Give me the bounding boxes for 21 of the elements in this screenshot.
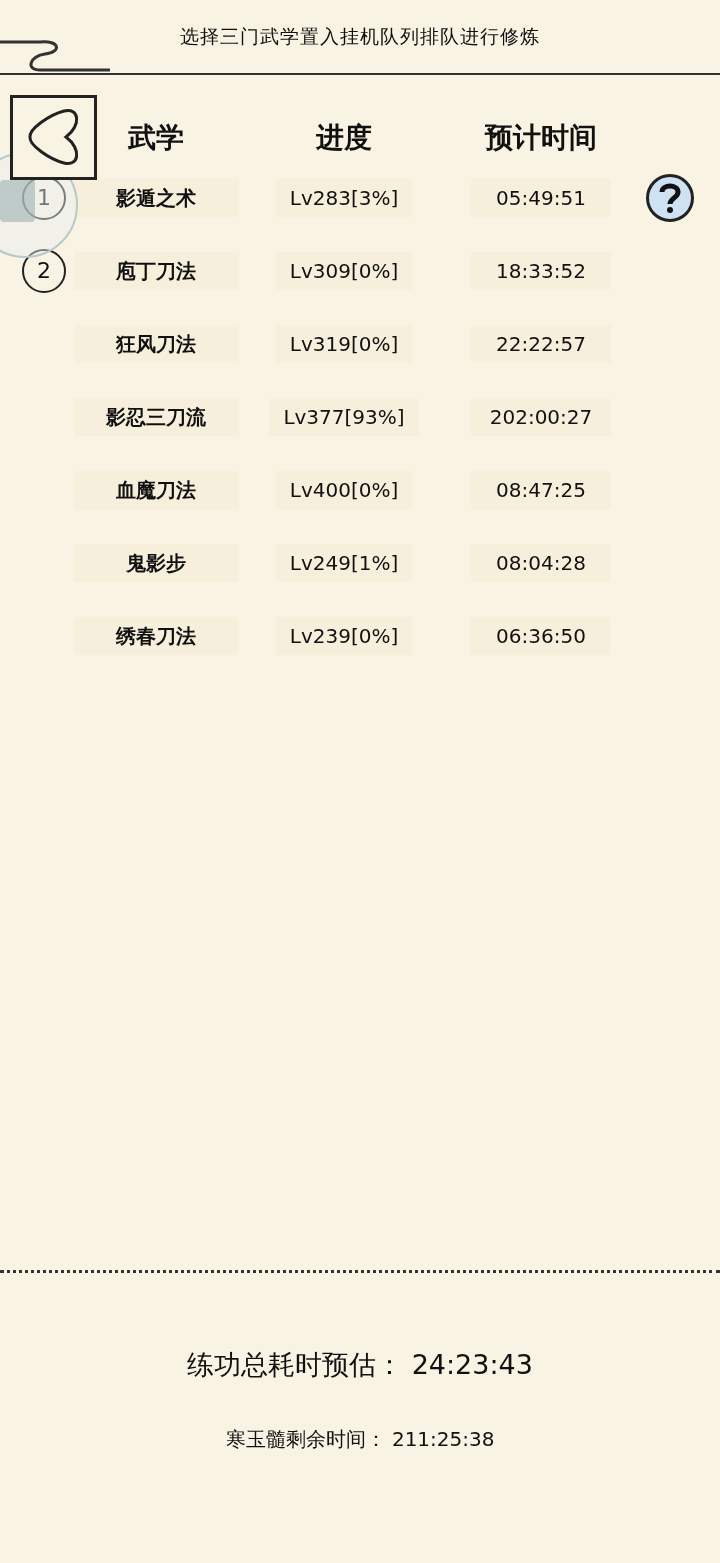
estimated-time: 06:36:50 [471,616,611,655]
estimated-time: 22:22:57 [471,324,611,363]
remaining-time: 寒玉髓剩余时间： 211:25:38 [225,1425,495,1453]
skill-name: 血魔刀法 [73,470,239,509]
skill-name: 狂风刀法 [73,324,239,363]
queue-number-badge: 2 [22,248,66,293]
skill-name: 庖丁刀法 [73,251,239,290]
column-header: 进度 [314,119,373,156]
skill-name: 绣春刀法 [73,616,239,655]
estimated-time: 18:33:52 [471,251,611,290]
estimated-time: 08:47:25 [471,470,611,509]
estimated-time: 08:04:28 [471,543,611,582]
total-time-estimate: 练功总耗时预估： 24:23:43 [187,1348,533,1382]
skill-name: 影遁之术 [73,178,239,217]
estimated-time: 202:00:27 [471,397,611,436]
skill-name: 鬼影步 [73,543,239,582]
skill-name: 影忍三刀流 [73,397,239,436]
estimated-time: 05:49:51 [471,178,611,217]
column-header: 预计时间 [483,119,598,156]
page-title: 选择三门武学置入挂机队列排队进行修炼 [180,24,540,50]
column-header: 武学 [127,119,185,156]
